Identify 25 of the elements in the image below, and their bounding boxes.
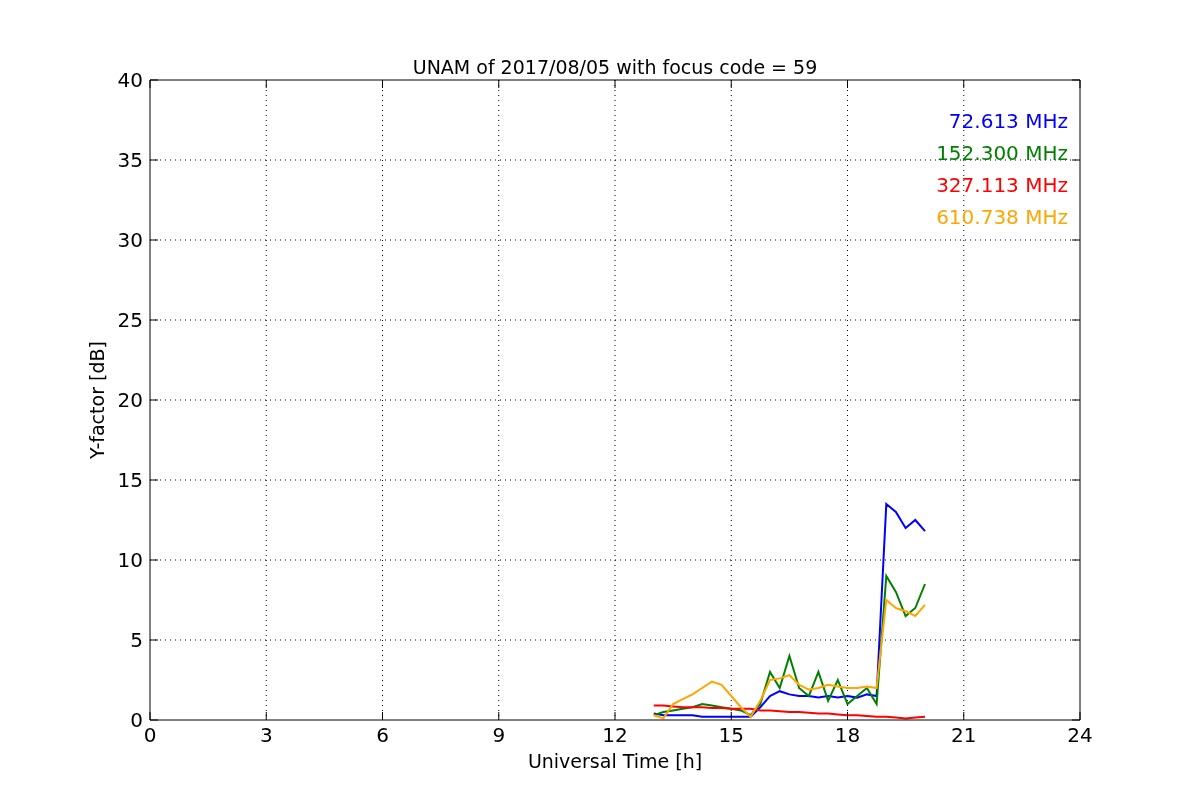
x-tick-label: 6 bbox=[376, 723, 389, 747]
y-tick-label: 5 bbox=[130, 628, 143, 652]
x-tick-label: 9 bbox=[492, 723, 506, 747]
y-tick-label: 35 bbox=[117, 148, 143, 172]
x-tick-label: 24 bbox=[1067, 723, 1093, 747]
y-tick-label: 25 bbox=[117, 308, 143, 332]
x-tick-label: 0 bbox=[143, 723, 157, 747]
x-tick-label: 12 bbox=[602, 723, 628, 747]
y-tick-label: 15 bbox=[117, 468, 143, 492]
y-tick-label: 40 bbox=[117, 68, 143, 92]
x-tick-label: 15 bbox=[718, 723, 744, 747]
legend-label: 152.300 MHz bbox=[936, 141, 1068, 165]
y-tick-label: 0 bbox=[130, 708, 143, 732]
x-tick-label: 3 bbox=[259, 723, 273, 747]
y-tick-label: 10 bbox=[117, 548, 143, 572]
chart-title: UNAM of 2017/08/05 with focus code = 59 bbox=[412, 56, 818, 78]
x-axis-label: Universal Time [h] bbox=[527, 750, 703, 772]
y-axis-label: Y-factor [dB] bbox=[86, 341, 108, 459]
x-tick-label: 18 bbox=[834, 723, 861, 747]
x-tick-label: 21 bbox=[951, 723, 977, 747]
legend-label: 610.738 MHz bbox=[936, 205, 1068, 229]
y-tick-label: 20 bbox=[117, 388, 143, 412]
y-tick-label: 30 bbox=[117, 228, 143, 252]
legend-label: 327.113 MHz bbox=[936, 173, 1068, 197]
legend-label: 72.613 MHz bbox=[948, 109, 1068, 133]
